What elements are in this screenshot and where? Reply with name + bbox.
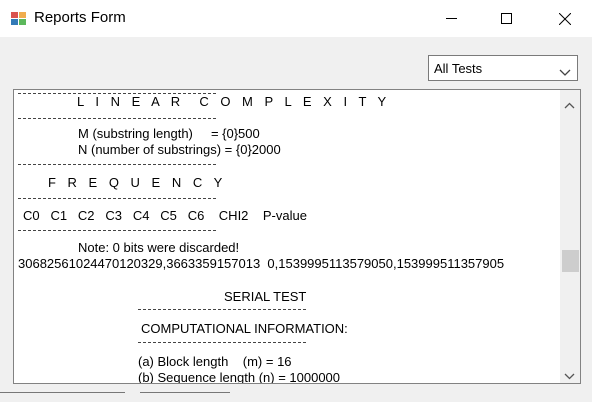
report-textbox[interactable]: L I N E A R C O M P L E X I T Y M (subst… [13, 89, 581, 384]
separator-line [138, 309, 306, 310]
scroll-down-icon[interactable] [564, 367, 575, 383]
report-content: L I N E A R C O M P L E X I T Y M (subst… [14, 90, 560, 383]
separator-line [0, 392, 125, 399]
window-title: Reports Form [34, 9, 126, 26]
close-icon [559, 12, 571, 25]
app-icon [10, 10, 27, 27]
maximize-icon [500, 13, 512, 24]
report-line: (a) Block length (m) = 16 [138, 354, 292, 369]
chevron-down-icon [559, 64, 571, 82]
title-bar: Reports Form [0, 0, 592, 37]
report-line: M (substring length) = {0}500 [78, 126, 260, 141]
report-line: SERIAL TEST [224, 289, 307, 304]
separator-line [18, 198, 216, 199]
report-line: C0 C1 C2 C3 C4 C5 C6 CHI2 P-value [23, 208, 307, 223]
separator-line [140, 392, 230, 399]
scroll-up-icon[interactable] [564, 96, 575, 114]
report-line: 3068256102447012032​9,3663359157013 0,15… [18, 256, 505, 271]
separator-line [138, 342, 306, 343]
close-button[interactable] [542, 0, 588, 37]
report-line: Note: 0 bits were discarded! [78, 240, 240, 255]
test-filter-value: All Tests [434, 61, 483, 76]
separator-line [18, 164, 216, 165]
minimize-button[interactable] [428, 0, 474, 37]
test-filter-dropdown[interactable]: All Tests [428, 55, 578, 81]
minimize-icon [445, 18, 457, 19]
separator-line [18, 118, 216, 119]
report-line: N (number of substrings) = {0}2000 [78, 142, 281, 157]
vertical-scrollbar[interactable] [560, 90, 580, 383]
report-line: F R E Q U E N C Y [48, 175, 227, 190]
maximize-button[interactable] [483, 0, 529, 37]
report-line: COMPUTATIONAL INFORMATION: [141, 321, 348, 336]
separator-line [18, 230, 216, 231]
report-line: L I N E A R C O M P L E X I T Y [77, 94, 391, 109]
bottom-edge [0, 384, 592, 402]
report-line: (b) Sequence length (n) = 1000000 [138, 370, 341, 383]
scroll-thumb[interactable] [562, 250, 579, 272]
